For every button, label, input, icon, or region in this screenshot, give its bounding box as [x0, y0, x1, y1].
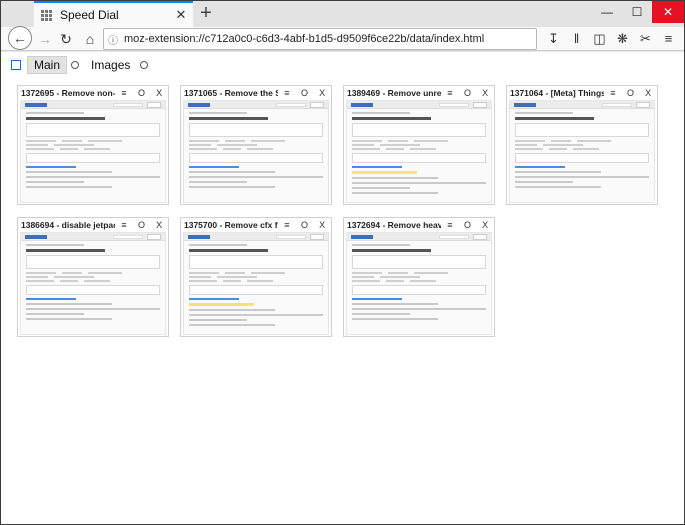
- dial-refresh-icon[interactable]: O: [622, 88, 640, 98]
- dial-close-icon[interactable]: X: [313, 220, 331, 230]
- minimize-icon[interactable]: —: [592, 1, 622, 23]
- dial-title: 1371065 - Remove the S: [184, 88, 279, 98]
- group-tab-main[interactable]: Main: [27, 56, 68, 74]
- dial-title: 1386694 - disable jetpac: [21, 220, 116, 230]
- dial-header: 1372695 - Remove non-r ≡ O X: [18, 86, 168, 100]
- dial-title: 1372695 - Remove non-r: [21, 88, 116, 98]
- group-bar: Main Images: [11, 56, 154, 74]
- sidebar-icon[interactable]: ◫: [588, 28, 611, 50]
- dial-header: 1375700 - Remove cfx fr ≡ O X: [181, 218, 331, 232]
- dial-refresh-icon[interactable]: O: [296, 88, 314, 98]
- group-add-icon[interactable]: [140, 61, 149, 69]
- dial-thumbnail[interactable]: [346, 100, 492, 203]
- dial-menu-icon[interactable]: ≡: [441, 88, 459, 98]
- dial-title: 1389469 - Remove unre: [347, 88, 442, 98]
- page-info-icon[interactable]: ⓘ: [108, 32, 118, 47]
- toolbar-icons: ↧ ‖ ◫ ❋ ✂ ≡: [542, 28, 680, 50]
- dial-menu-icon[interactable]: ≡: [604, 88, 622, 98]
- group-circle-icon[interactable]: [71, 61, 80, 69]
- tab-strip: Speed Dial ✕ + — ☐ ✕: [1, 1, 684, 27]
- maximize-icon[interactable]: ☐: [622, 1, 652, 23]
- dial-menu-icon[interactable]: ≡: [115, 88, 133, 98]
- dial-title: 1372694 - Remove heav: [347, 220, 442, 230]
- window-close-icon[interactable]: ✕: [652, 1, 684, 23]
- dial-close-icon[interactable]: X: [313, 88, 331, 98]
- dial-close-icon[interactable]: X: [476, 88, 494, 98]
- speed-dial-tile[interactable]: 1375700 - Remove cfx fr ≡ O X: [180, 217, 332, 337]
- dial-menu-icon[interactable]: ≡: [115, 220, 133, 230]
- thumbnail-header: [347, 233, 491, 241]
- dial-title: 1371064 - [Meta] Things: [510, 88, 605, 98]
- speed-dial-tile[interactable]: 1371065 - Remove the S ≡ O X: [180, 85, 332, 205]
- dial-thumbnail[interactable]: [20, 100, 166, 203]
- reload-icon[interactable]: ↻: [55, 28, 77, 50]
- url-bar[interactable]: ⓘ moz-extension://c712a0c0-c6d3-4abf-b1d…: [103, 28, 537, 50]
- speed-dial-icon: [41, 9, 52, 21]
- dial-refresh-icon[interactable]: O: [296, 220, 314, 230]
- menu-icon[interactable]: ≡: [657, 28, 680, 50]
- group-tab-images[interactable]: Images: [85, 57, 136, 73]
- tab-title: Speed Dial: [60, 8, 119, 22]
- thumbnail-header: [21, 101, 165, 109]
- thumbnail-header: [184, 101, 328, 109]
- dial-thumbnail[interactable]: [183, 100, 329, 203]
- library-icon[interactable]: ‖: [565, 28, 588, 50]
- dial-header: 1389469 - Remove unre ≡ O X: [344, 86, 494, 100]
- thumbnail-header: [347, 101, 491, 109]
- window-controls: — ☐ ✕: [592, 1, 684, 23]
- dial-close-icon[interactable]: X: [150, 220, 168, 230]
- tab-speed-dial[interactable]: Speed Dial ✕: [34, 1, 193, 27]
- group-checkbox[interactable]: [11, 60, 21, 70]
- screenshot-icon[interactable]: ✂: [634, 28, 657, 50]
- dial-refresh-icon[interactable]: O: [459, 88, 477, 98]
- speed-dial-tile[interactable]: 1389469 - Remove unre ≡ O X: [343, 85, 495, 205]
- thumbnail-header: [510, 101, 654, 109]
- back-icon[interactable]: ←: [8, 26, 32, 50]
- thumbnail-header: [21, 233, 165, 241]
- dial-refresh-icon[interactable]: O: [133, 220, 151, 230]
- thumbnail-header: [184, 233, 328, 241]
- browser-window: Speed Dial ✕ + — ☐ ✕ ← → ↻ ⌂ ⓘ moz-exten…: [0, 0, 685, 525]
- home-icon[interactable]: ⌂: [79, 28, 101, 50]
- speed-dial-tile[interactable]: 1371064 - [Meta] Things ≡ O X: [506, 85, 658, 205]
- dial-header: 1371065 - Remove the S ≡ O X: [181, 86, 331, 100]
- new-tab-button[interactable]: +: [194, 1, 218, 27]
- dial-menu-icon[interactable]: ≡: [278, 88, 296, 98]
- speed-dial-page: Main Images 1372695 - Remove non-r ≡ O X 137…: [1, 52, 684, 524]
- speed-dial-tile[interactable]: 1372694 - Remove heav ≡ O X: [343, 217, 495, 337]
- dial-close-icon[interactable]: X: [150, 88, 168, 98]
- dial-title: 1375700 - Remove cfx fr: [184, 220, 279, 230]
- dial-thumbnail[interactable]: [20, 232, 166, 335]
- tab-close-icon[interactable]: ✕: [173, 7, 189, 23]
- dial-refresh-icon[interactable]: O: [133, 88, 151, 98]
- dial-thumbnail[interactable]: [183, 232, 329, 335]
- download-icon[interactable]: ↧: [542, 28, 565, 50]
- dial-header: 1371064 - [Meta] Things ≡ O X: [507, 86, 657, 100]
- dial-refresh-icon[interactable]: O: [459, 220, 477, 230]
- navigation-toolbar: ← → ↻ ⌂ ⓘ moz-extension://c712a0c0-c6d3-…: [1, 26, 684, 51]
- speed-dial-tile[interactable]: 1386694 - disable jetpac ≡ O X: [17, 217, 169, 337]
- url-text: moz-extension://c712a0c0-c6d3-4abf-b1d5-…: [124, 33, 485, 45]
- dial-thumbnail[interactable]: [509, 100, 655, 203]
- dial-menu-icon[interactable]: ≡: [278, 220, 296, 230]
- dial-menu-icon[interactable]: ≡: [441, 220, 459, 230]
- dial-thumbnail[interactable]: [346, 232, 492, 335]
- dial-close-icon[interactable]: X: [476, 220, 494, 230]
- forward-icon[interactable]: →: [34, 28, 56, 50]
- dial-header: 1386694 - disable jetpac ≡ O X: [18, 218, 168, 232]
- extension-icon[interactable]: ❋: [611, 28, 634, 50]
- speed-dial-tile[interactable]: 1372695 - Remove non-r ≡ O X: [17, 85, 169, 205]
- dial-close-icon[interactable]: X: [639, 88, 657, 98]
- dial-header: 1372694 - Remove heav ≡ O X: [344, 218, 494, 232]
